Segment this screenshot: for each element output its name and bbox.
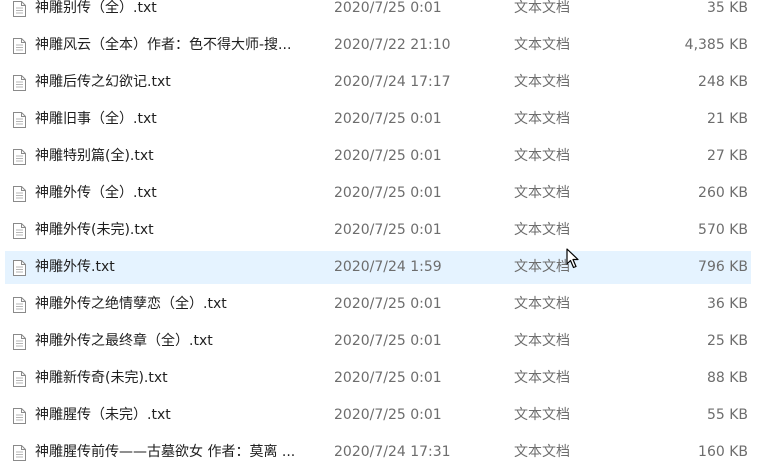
- file-size: 260 KB: [698, 185, 748, 201]
- text-document-icon: [13, 112, 26, 128]
- text-document-icon: [13, 371, 26, 387]
- file-size: 88 KB: [706, 370, 748, 386]
- file-list: 神雕别传（全）.txt 2020/7/25 0:01 文本文档 35 KB 神雕…: [0, 0, 783, 475]
- file-name[interactable]: 神雕外传之最终章（全）.txt: [35, 326, 320, 357]
- file-type: 文本文档: [514, 74, 570, 90]
- text-document-icon: [13, 75, 26, 91]
- file-size: 35 KB: [706, 0, 748, 16]
- file-date-modified: 2020/7/25 0:01: [334, 111, 442, 127]
- file-type: 文本文档: [514, 444, 570, 460]
- file-type: 文本文档: [514, 37, 570, 53]
- file-row-11[interactable]: 神雕腥传（未完）.txt 2020/7/25 0:01 文本文档 55 KB: [5, 399, 751, 432]
- file-type: 文本文档: [514, 148, 570, 164]
- file-type: 文本文档: [514, 296, 570, 312]
- file-date-modified: 2020/7/25 0:01: [334, 0, 442, 16]
- file-date-modified: 2020/7/25 0:01: [334, 407, 442, 423]
- file-name[interactable]: 神雕外传.txt: [35, 252, 320, 283]
- file-size: 570 KB: [698, 222, 748, 238]
- text-document-icon: [13, 1, 26, 17]
- file-name[interactable]: 神雕别传（全）.txt: [35, 0, 320, 24]
- mouse-pointer-icon: [566, 248, 579, 270]
- file-size: 160 KB: [698, 444, 748, 460]
- file-row-9[interactable]: 神雕外传之最终章（全）.txt 2020/7/25 0:01 文本文档 25 K…: [5, 325, 751, 358]
- file-name[interactable]: 神雕风云（全本）作者：色不得大师-搜...: [35, 30, 320, 61]
- file-date-modified: 2020/7/25 0:01: [334, 333, 442, 349]
- file-size: 248 KB: [698, 74, 748, 90]
- file-name[interactable]: 神雕特别篇(全).txt: [35, 141, 320, 172]
- file-date-modified: 2020/7/24 17:31: [334, 444, 451, 460]
- file-type: 文本文档: [514, 407, 570, 423]
- file-date-modified: 2020/7/22 21:10: [334, 37, 451, 53]
- file-name[interactable]: 神雕腥传（未完）.txt: [35, 400, 320, 431]
- file-name[interactable]: 神雕新传奇(未完).txt: [35, 363, 320, 394]
- file-type: 文本文档: [514, 111, 570, 127]
- file-size: 21 KB: [706, 111, 748, 127]
- text-document-icon: [13, 260, 26, 276]
- file-row-4[interactable]: 神雕特别篇(全).txt 2020/7/25 0:01 文本文档 27 KB: [5, 140, 751, 173]
- file-date-modified: 2020/7/24 17:17: [334, 74, 451, 90]
- file-row-3[interactable]: 神雕旧事（全）.txt 2020/7/25 0:01 文本文档 21 KB: [5, 103, 751, 136]
- file-row-7[interactable]: 神雕外传.txt 2020/7/24 1:59 文本文档 796 KB: [5, 251, 751, 284]
- file-name[interactable]: 神雕腥传前传——古墓欲女 作者：莫离 ...: [35, 437, 320, 468]
- file-type: 文本文档: [514, 333, 570, 349]
- file-row-0[interactable]: 神雕别传（全）.txt 2020/7/25 0:01 文本文档 35 KB: [5, 0, 751, 25]
- file-row-12[interactable]: 神雕腥传前传——古墓欲女 作者：莫离 ... 2020/7/24 17:31 文…: [5, 436, 751, 469]
- file-size: 796 KB: [698, 259, 748, 275]
- file-row-6[interactable]: 神雕外传(未完).txt 2020/7/25 0:01 文本文档 570 KB: [5, 214, 751, 247]
- file-size: 25 KB: [706, 333, 748, 349]
- file-name[interactable]: 神雕外传（全）.txt: [35, 178, 320, 209]
- file-date-modified: 2020/7/25 0:01: [334, 222, 442, 238]
- file-type: 文本文档: [514, 185, 570, 201]
- text-document-icon: [13, 186, 26, 202]
- file-date-modified: 2020/7/25 0:01: [334, 148, 442, 164]
- file-row-5[interactable]: 神雕外传（全）.txt 2020/7/25 0:01 文本文档 260 KB: [5, 177, 751, 210]
- file-type: 文本文档: [514, 222, 570, 238]
- file-name[interactable]: 神雕旧事（全）.txt: [35, 104, 320, 135]
- text-document-icon: [13, 38, 26, 54]
- file-type: 文本文档: [514, 370, 570, 386]
- text-document-icon: [13, 149, 26, 165]
- file-date-modified: 2020/7/25 0:01: [334, 370, 442, 386]
- text-document-icon: [13, 445, 26, 461]
- file-name[interactable]: 神雕外传(未完).txt: [35, 215, 320, 246]
- file-row-10[interactable]: 神雕新传奇(未完).txt 2020/7/25 0:01 文本文档 88 KB: [5, 362, 751, 395]
- file-date-modified: 2020/7/24 1:59: [334, 259, 442, 275]
- file-size: 55 KB: [706, 407, 748, 423]
- file-name[interactable]: 神雕外传之绝情孽恋（全）.txt: [35, 289, 320, 320]
- file-date-modified: 2020/7/25 0:01: [334, 185, 442, 201]
- file-name[interactable]: 神雕后传之幻欲记.txt: [35, 67, 320, 98]
- file-date-modified: 2020/7/25 0:01: [334, 296, 442, 312]
- file-size: 36 KB: [706, 296, 748, 312]
- file-size: 4,385 KB: [684, 37, 748, 53]
- text-document-icon: [13, 297, 26, 313]
- file-size: 27 KB: [706, 148, 748, 164]
- file-row-2[interactable]: 神雕后传之幻欲记.txt 2020/7/24 17:17 文本文档 248 KB: [5, 66, 751, 99]
- file-type: 文本文档: [514, 0, 570, 16]
- text-document-icon: [13, 223, 26, 239]
- file-row-1[interactable]: 神雕风云（全本）作者：色不得大师-搜... 2020/7/22 21:10 文本…: [5, 29, 751, 62]
- text-document-icon: [13, 408, 26, 424]
- file-row-8[interactable]: 神雕外传之绝情孽恋（全）.txt 2020/7/25 0:01 文本文档 36 …: [5, 288, 751, 321]
- text-document-icon: [13, 334, 26, 350]
